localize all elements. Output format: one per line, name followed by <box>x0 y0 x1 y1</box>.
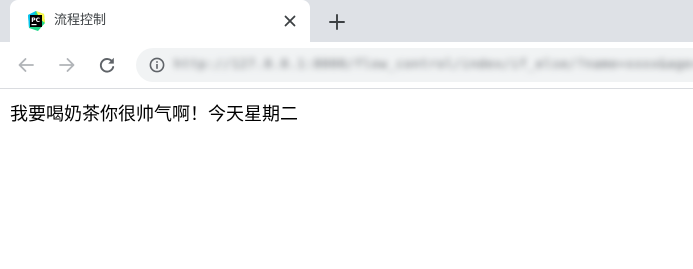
address-bar[interactable]: http://127.0.0.1:8000/flow_control/index… <box>136 48 693 82</box>
plus-icon[interactable] <box>324 9 350 35</box>
tab-title: 流程控制 <box>54 13 107 28</box>
pycharm-icon: PC <box>26 11 46 31</box>
url-text[interactable]: http://127.0.0.1:8000/flow_control/index… <box>174 57 693 73</box>
page-content: 我要喝奶茶你很帅气啊！今天星期二 <box>0 89 693 269</box>
close-icon[interactable] <box>280 11 300 31</box>
info-icon[interactable] <box>148 56 166 74</box>
browser-toolbar: http://127.0.0.1:8000/flow_control/index… <box>0 42 693 89</box>
tab-strip: PC 流程控制 <box>0 0 693 42</box>
svg-text:PC: PC <box>31 17 40 24</box>
arrow-left-icon[interactable] <box>14 53 38 77</box>
reload-icon[interactable] <box>95 53 119 77</box>
browser-tab[interactable]: PC 流程控制 <box>10 0 310 42</box>
browser-window: PC 流程控制 http://127.0.0.1:8000/flow_contr… <box>0 0 693 269</box>
arrow-right-icon[interactable] <box>55 53 79 77</box>
page-text: 我要喝奶茶你很帅气啊！今天星期二 <box>10 104 298 125</box>
